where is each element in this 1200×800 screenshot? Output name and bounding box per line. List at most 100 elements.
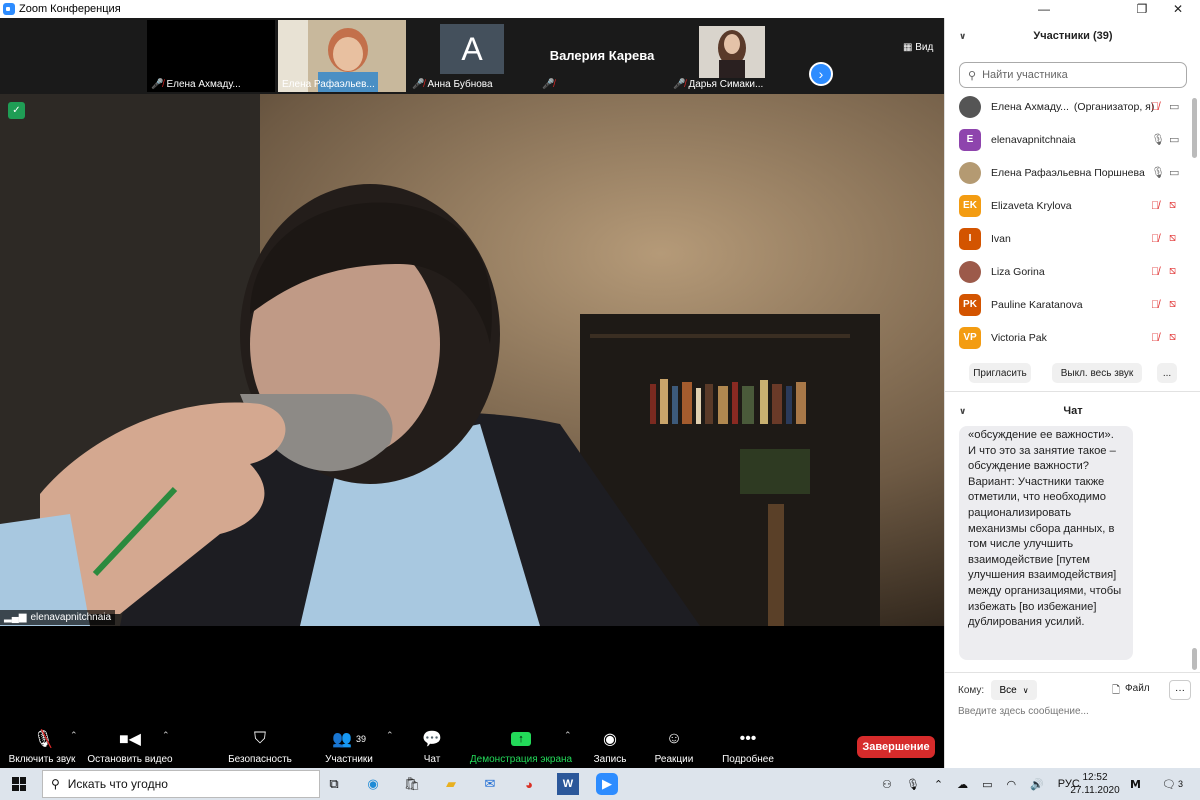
avatar xyxy=(959,161,981,184)
minimize-button[interactable]: — xyxy=(1022,0,1066,18)
notifications-button[interactable]: 🗨 3 xyxy=(1162,768,1183,800)
next-page-button[interactable]: › xyxy=(809,62,833,86)
video-off-icon[interactable]: ⧅ xyxy=(1169,232,1176,245)
onedrive-icon[interactable]: ☁ xyxy=(957,778,968,791)
video-off-icon[interactable]: ⧅ xyxy=(1169,199,1176,212)
thumb-name: Анна Бубнова xyxy=(427,79,493,90)
share-screen-button[interactable]: ↑ Демонстрация экрана ⌃ xyxy=(468,730,574,765)
unmute-button[interactable]: 🎙 ╲ Включить звук ⌃ xyxy=(8,730,78,765)
shield-icon: ⛉ xyxy=(253,730,266,747)
participant-name-text: Елена Рафаэльевна Поршнева xyxy=(991,166,1145,179)
participant-name-text: Елена Ахмаду... xyxy=(991,100,1069,113)
caret-up-icon[interactable]: ⌃ xyxy=(386,730,394,741)
record-button[interactable]: ◉ Запись xyxy=(590,730,630,765)
chevron-down-icon[interactable]: ∨ xyxy=(959,31,966,42)
chat-message-text: «обсуждение ее важности». И что это за з… xyxy=(968,429,1122,629)
participant-thumb[interactable]: 🎤̸ Дарья Симаки... xyxy=(669,20,797,92)
participant-row[interactable]: VP Victoria Pak 🎙̸ ⧅ xyxy=(945,321,1193,354)
video-icon[interactable]: ▭ xyxy=(1169,100,1179,113)
participants-scrollbar[interactable] xyxy=(1192,88,1197,358)
thumb-name: Дарья Симаки... xyxy=(688,79,764,90)
people-icon[interactable]: ⚇ xyxy=(882,778,892,791)
chat-input[interactable]: Введите здесь сообщение... xyxy=(958,706,1188,726)
mic-off-icon[interactable]: 🎙̸ xyxy=(1151,332,1159,344)
thumb-name: Елена Рафаэльев... xyxy=(282,79,375,90)
store-icon[interactable]: 🛍 xyxy=(401,773,423,795)
video-off-icon[interactable]: ⧅ xyxy=(1169,265,1176,278)
caret-up-icon[interactable]: ⌃ xyxy=(564,730,572,741)
participant-thumb[interactable]: Елена Рафаэльев... xyxy=(278,20,406,92)
mic-off-icon[interactable]: 🎙̸ xyxy=(1151,299,1159,311)
share-screen-label: Демонстрация экрана xyxy=(469,754,573,765)
participant-thumb[interactable]: 🎤̸ Елена Ахмаду... xyxy=(147,20,275,92)
mic-off-icon: 🎤̸ xyxy=(542,79,555,90)
video-icon[interactable]: ▭ xyxy=(1169,133,1179,146)
mute-all-button[interactable]: Выкл. весь звук xyxy=(1052,363,1142,383)
zoom-app-icon[interactable]: ▶ xyxy=(596,773,618,795)
participants-more-button[interactable]: ... xyxy=(1157,363,1177,383)
reactions-icon: ☺ xyxy=(665,730,683,747)
task-view-icon[interactable]: ⧉ xyxy=(323,773,345,795)
avatar: I xyxy=(959,227,981,250)
word-icon[interactable]: W xyxy=(557,773,579,795)
clock[interactable]: 12:52 27.11.2020 xyxy=(1070,768,1120,800)
participant-row[interactable]: Елена Рафаэльевна Поршнева 🎙 ▭ xyxy=(945,156,1193,189)
avatar: PK xyxy=(959,293,981,316)
file-button[interactable]: 🗋 Файл xyxy=(1112,683,1150,700)
chat-message: «обсуждение ее важности». И что это за з… xyxy=(959,426,1133,660)
participants-button[interactable]: 👥 39 Участники ⌃ xyxy=(320,730,393,765)
security-button[interactable]: ⛉ Безопасность xyxy=(226,730,294,765)
participant-name-text: Victoria Pak xyxy=(991,331,1047,344)
invite-button[interactable]: Пригласить xyxy=(969,363,1031,383)
mic-icon[interactable]: 🎙 xyxy=(1151,133,1165,146)
chrome-icon[interactable]: ◕ xyxy=(518,773,540,795)
participant-name: Pauline Karatanova xyxy=(991,299,1083,311)
edge-browser-icon[interactable]: ◉ xyxy=(362,773,384,795)
chat-scrollbar[interactable] xyxy=(1192,428,1197,670)
mic-off-icon[interactable]: 🎙̸ xyxy=(1151,101,1159,113)
caret-up-icon[interactable]: ⌃ xyxy=(162,730,170,741)
participant-row[interactable]: PK Pauline Karatanova 🎙̸ ⧅ xyxy=(945,288,1193,321)
video-off-icon[interactable]: ⧅ xyxy=(1169,298,1176,311)
video-icon[interactable]: ▭ xyxy=(1169,166,1179,179)
close-button[interactable]: ✕ xyxy=(1156,0,1200,18)
chat-button[interactable]: 💬 Чат xyxy=(418,730,446,765)
system-tray: ⚇ 🎙 ⌃ ☁ ▭ ◠ 🔊 РУС xyxy=(882,768,1080,800)
participant-search-input[interactable]: ⚲ Найти участника xyxy=(959,62,1187,88)
chevron-down-icon[interactable]: ∨ xyxy=(959,406,966,417)
participant-row[interactable]: Liza Gorina 🎙̸ ⧅ xyxy=(945,255,1193,288)
participant-thumb[interactable]: Валерия Карева 🎤̸ xyxy=(538,20,666,92)
participant-row[interactable]: Елена Ахмаду... (Организатор, я) 🎙̸ ▭ xyxy=(945,90,1193,123)
view-button[interactable]: ▦ Вид xyxy=(903,42,933,53)
record-label: Запись xyxy=(593,754,627,765)
mic-off-icon[interactable]: 🎙̸ xyxy=(1151,200,1159,212)
participant-row[interactable]: Eelenavapnitchnaia 🎙 ▭ xyxy=(945,123,1193,156)
search-icon: ⚲ xyxy=(51,777,60,791)
more-button[interactable]: ••• Подробнее xyxy=(710,730,786,765)
mic-icon[interactable]: 🎙 xyxy=(1151,166,1165,179)
volume-icon[interactable]: 🔊 xyxy=(1030,778,1044,791)
wifi-icon[interactable]: ◠ xyxy=(1006,778,1016,791)
mic-tray-icon[interactable]: 🎙 xyxy=(906,778,920,791)
search-placeholder: Найти участника xyxy=(982,69,1068,81)
participant-row[interactable]: EK Elizaveta Krylova 🎙̸ ⧅ xyxy=(945,189,1193,222)
mic-off-icon[interactable]: 🎙̸ xyxy=(1151,233,1159,245)
end-meeting-button[interactable]: Завершение xyxy=(857,736,935,758)
windows-start-icon[interactable] xyxy=(12,777,26,791)
participant-row[interactable]: I Ivan 🎙̸ ⧅ xyxy=(945,222,1193,255)
mi-icon[interactable]: Ⅿ xyxy=(1130,768,1141,800)
chat-more-button[interactable]: ··· xyxy=(1169,680,1191,700)
battery-icon[interactable]: ▭ xyxy=(982,778,992,791)
participant-name-text: Elizaveta Krylova xyxy=(991,199,1072,212)
reactions-button[interactable]: ☺ Реакции xyxy=(652,730,696,765)
recipient-select[interactable]: Все ∨ xyxy=(991,680,1037,700)
participant-thumb[interactable]: A 🎤̸ Анна Бубнова xyxy=(408,20,536,92)
stop-video-button[interactable]: ■◀ Остановить видео ⌃ xyxy=(86,730,174,765)
file-explorer-icon[interactable]: ▰ xyxy=(440,773,462,795)
video-off-icon[interactable]: ⧅ xyxy=(1169,331,1176,344)
chevron-up-icon[interactable]: ⌃ xyxy=(934,778,943,791)
mic-off-icon[interactable]: 🎙̸ xyxy=(1151,266,1159,278)
taskbar-search[interactable]: ⚲ Искать что угодно xyxy=(42,770,320,798)
mail-icon[interactable]: ✉ xyxy=(479,773,501,795)
caret-up-icon[interactable]: ⌃ xyxy=(70,730,78,741)
